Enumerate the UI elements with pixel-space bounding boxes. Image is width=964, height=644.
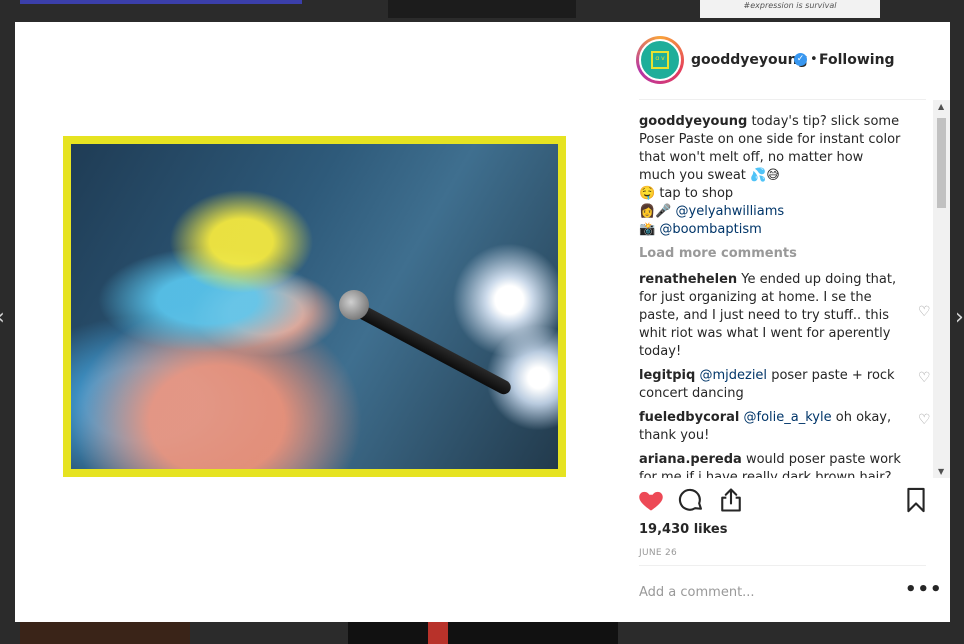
- caption-emoji: 👩🎤: [639, 204, 672, 219]
- previous-post-arrow-icon[interactable]: ‹: [0, 305, 5, 330]
- comment-username[interactable]: renathehelen: [639, 272, 737, 287]
- comment-username[interactable]: legitpiq: [639, 368, 695, 383]
- speech-bubble-icon[interactable]: [677, 486, 705, 514]
- post-side-panel: ɑ v gooddyeyoung ✓ • Following gooddyeyo…: [636, 22, 950, 622]
- background-feed-fragment: [388, 0, 576, 18]
- background-feed-caption: #expression is survival: [700, 0, 880, 18]
- scroll-down-arrow-icon[interactable]: ▼: [938, 467, 944, 476]
- load-more-comments-button[interactable]: Load more comments: [639, 245, 933, 263]
- bookmark-icon[interactable]: [902, 486, 930, 514]
- caption-mention[interactable]: @yelyahwilliams: [676, 204, 785, 219]
- scroll-up-arrow-icon[interactable]: ▲: [938, 102, 944, 111]
- background-feed-fragment: [348, 622, 618, 644]
- caption-emoji: 💦😅: [750, 168, 780, 183]
- comment-username[interactable]: fueledbycoral: [639, 410, 739, 425]
- like-comment-heart-icon[interactable]: ♡: [918, 413, 931, 427]
- comment-item: legitpiq @mjdeziel poser paste + rock co…: [639, 367, 933, 403]
- comments-list[interactable]: gooddyeyoung today's tip? slick some Pos…: [639, 100, 933, 478]
- post-date[interactable]: JUNE 26: [639, 548, 677, 558]
- post-image-frame: [63, 136, 566, 477]
- follow-separator: •: [810, 52, 818, 67]
- avatar-story-ring[interactable]: ɑ v: [636, 36, 684, 84]
- likes-count[interactable]: 19,430 likes: [639, 522, 727, 537]
- comment-item: fueledbycoral @folie_a_kyle oh okay, tha…: [639, 409, 933, 445]
- comments-scrollbar[interactable]: ▲ ▼: [933, 100, 950, 478]
- share-icon[interactable]: [717, 486, 745, 514]
- comment-mention[interactable]: @folie_a_kyle: [744, 410, 832, 425]
- following-button[interactable]: Following: [819, 52, 895, 68]
- caption-username[interactable]: gooddyeyoung: [639, 114, 747, 129]
- caption-emoji: 📸: [639, 222, 656, 237]
- comment-item: ariana.pereda would poser paste work for…: [639, 451, 933, 478]
- avatar[interactable]: ɑ v: [639, 39, 681, 81]
- caption-emoji: 🤤: [639, 186, 656, 201]
- background-feed-fragment: [20, 0, 302, 4]
- post-image[interactable]: [71, 144, 558, 469]
- comment-mention[interactable]: @mjdeziel: [699, 368, 767, 383]
- microphone-head-shape: [339, 290, 369, 320]
- caption: gooddyeyoung today's tip? slick some Pos…: [639, 113, 933, 239]
- like-comment-heart-icon[interactable]: ♡: [918, 371, 931, 385]
- divider: [639, 565, 926, 566]
- more-options-icon[interactable]: •••: [905, 579, 943, 600]
- like-comment-heart-icon[interactable]: ♡: [918, 305, 931, 319]
- brand-logo-icon: ɑ v: [651, 51, 669, 69]
- action-bar: [639, 480, 929, 520]
- heart-filled-icon[interactable]: [637, 486, 665, 514]
- background-feed-fragment: [20, 622, 190, 644]
- caption-mention[interactable]: @boombaptism: [659, 222, 761, 237]
- scrollbar-thumb[interactable]: [937, 118, 946, 208]
- add-comment-input[interactable]: Add a comment...: [639, 585, 755, 600]
- post-modal: ɑ v gooddyeyoung ✓ • Following gooddyeyo…: [15, 22, 950, 622]
- comment-username[interactable]: ariana.pereda: [639, 452, 742, 467]
- caption-line: tap to shop: [659, 186, 734, 201]
- microphone-shape: [347, 299, 514, 397]
- comment-item: renathehelen Ye ended up doing that, for…: [639, 271, 933, 361]
- header-username[interactable]: gooddyeyoung: [691, 52, 808, 68]
- verified-badge-icon: ✓: [794, 53, 807, 66]
- next-post-arrow-icon[interactable]: ›: [955, 305, 964, 330]
- post-header: ɑ v gooddyeyoung ✓ • Following: [636, 22, 926, 100]
